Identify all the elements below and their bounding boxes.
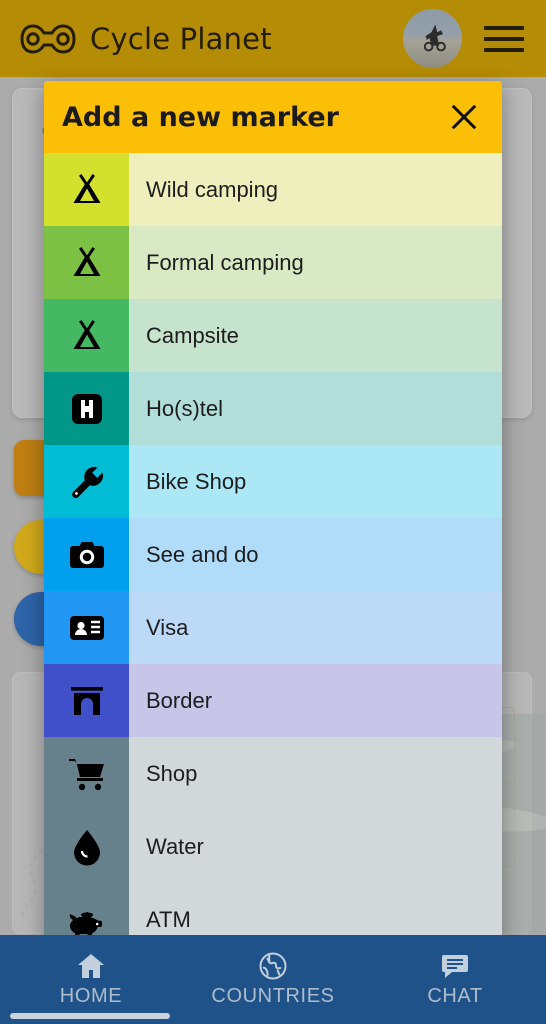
app-title: Cycle Planet	[90, 21, 272, 56]
hostel-h-icon	[44, 372, 129, 445]
marker-row[interactable]: Campsite	[44, 299, 502, 372]
id-card-icon	[44, 591, 129, 664]
marker-row[interactable]: Visa	[44, 591, 502, 664]
nav-item-chat[interactable]: CHAT	[364, 951, 546, 1008]
marker-label: Bike Shop	[146, 468, 247, 494]
wrench-icon	[44, 445, 129, 518]
marker-type-list[interactable]: Wild camping Formal camping Campsite Ho(s)t…	[44, 153, 502, 942]
marker-row[interactable]: Ho(s)tel	[44, 372, 502, 445]
shopping-cart-icon	[44, 737, 129, 810]
marker-label: Formal camping	[146, 249, 304, 275]
nav-item-label: COUNTRIES	[211, 985, 335, 1007]
camera-icon	[44, 518, 129, 591]
marker-label: Visa	[146, 614, 189, 640]
marker-label: See and do	[146, 541, 259, 567]
chat-bubble-icon	[440, 951, 470, 981]
nav-item-countries[interactable]: COUNTRIES	[182, 951, 364, 1008]
gate-arch-icon	[44, 664, 129, 737]
piggy-bank-icon	[44, 883, 129, 942]
marker-row[interactable]: Shop	[44, 737, 502, 810]
marker-row[interactable]: Wild camping	[44, 153, 502, 226]
marker-label: ATM	[146, 906, 191, 932]
marker-label: Shop	[146, 760, 198, 786]
dialog-header: Add a new marker	[44, 81, 502, 153]
marker-row[interactable]: Bike Shop	[44, 445, 502, 518]
tent-icon	[44, 226, 129, 299]
nav-item-label: CHAT	[427, 985, 483, 1007]
rider-photo	[423, 24, 446, 52]
tent-icon	[44, 153, 129, 226]
add-marker-dialog: Add a new marker Wild camping Formal camp…	[44, 81, 502, 942]
marker-row[interactable]: ATM	[44, 883, 502, 942]
water-drop-icon	[44, 810, 129, 883]
home-icon	[76, 951, 106, 981]
marker-label: Campsite	[146, 322, 239, 348]
marker-label: Water	[146, 833, 204, 859]
top-app-bar: Cycle Planet	[0, 0, 546, 77]
marker-row[interactable]: Formal camping	[44, 226, 502, 299]
close-icon[interactable]	[444, 97, 484, 137]
bottom-navigation: HOME COUNTRIES CHAT	[0, 935, 546, 1024]
nav-item-label: HOME	[59, 985, 123, 1007]
marker-row[interactable]: See and do	[44, 518, 502, 591]
marker-label: Border	[146, 687, 213, 713]
tent-icon	[44, 299, 129, 372]
nav-item-home[interactable]: HOME	[0, 951, 182, 1008]
marker-row[interactable]: Water	[44, 810, 502, 883]
marker-label: Ho(s)tel	[146, 395, 224, 421]
bike-chain-icon	[20, 23, 76, 54]
hamburger-menu-icon[interactable]	[484, 26, 524, 59]
marker-row[interactable]: Border	[44, 664, 502, 737]
avatar[interactable]	[403, 9, 462, 68]
gesture-nav-bar	[10, 1013, 170, 1019]
marker-label: Wild camping	[146, 176, 279, 202]
globe-icon	[258, 951, 288, 981]
dialog-title: Add a new marker	[62, 101, 339, 133]
